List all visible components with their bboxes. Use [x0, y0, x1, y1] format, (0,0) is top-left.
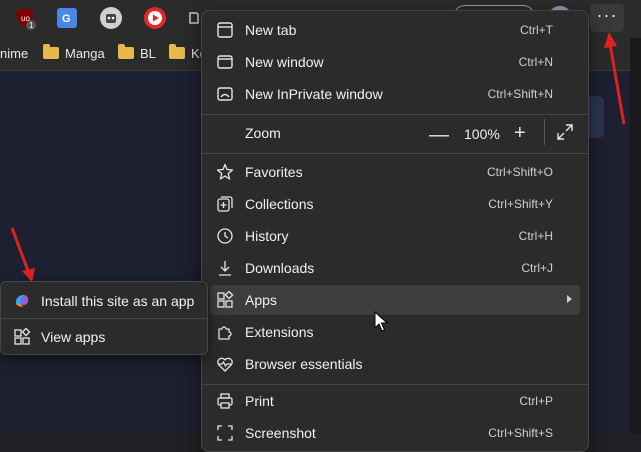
zoom-divider [544, 119, 545, 145]
folder-icon [169, 44, 185, 59]
screenshot-icon [216, 424, 234, 442]
bookmark-folder-manga[interactable]: Manga [43, 44, 105, 61]
submenu-item-install-site[interactable]: Install this site as an app [5, 286, 203, 316]
star-icon [216, 163, 234, 181]
menu-item-print[interactable]: Print Ctrl+P [210, 386, 580, 416]
bookmark-item[interactable]: nime [0, 46, 28, 61]
chevron-right-icon [567, 295, 572, 303]
more-dots-icon: ··· [596, 5, 618, 25]
menu-divider [202, 153, 588, 154]
annotation-arrow-icon [10, 227, 35, 282]
bookmark-folder-bl[interactable]: BL [118, 44, 156, 61]
submenu-item-view-apps[interactable]: View apps [5, 322, 203, 352]
menu-divider [202, 114, 588, 115]
zoom-in-button[interactable]: + [514, 122, 526, 145]
menu-item-apps[interactable]: Apps [210, 285, 580, 315]
youtube-icon[interactable] [143, 6, 167, 30]
puzzle-icon[interactable] [188, 6, 200, 30]
robot-icon[interactable] [99, 6, 123, 30]
menu-item-browser-essentials[interactable]: Browser essentials [210, 349, 580, 379]
mouse-cursor-icon [374, 310, 389, 333]
folder-icon [118, 44, 134, 59]
apps-icon [13, 327, 31, 346]
printer-icon [216, 392, 234, 410]
menu-item-new-window[interactable]: New window Ctrl+N [210, 47, 580, 77]
app-install-icon [13, 292, 31, 310]
download-icon [216, 259, 234, 277]
ublock-icon[interactable]: uo 1 [13, 6, 37, 30]
settings-menu: New tab Ctrl+T New window Ctrl+N New InP… [201, 10, 589, 452]
menu-item-favorites[interactable]: Favorites Ctrl+Shift+O [210, 157, 580, 187]
new-window-icon [216, 53, 234, 71]
menu-divider [202, 384, 588, 385]
menu-item-screenshot[interactable]: Screenshot Ctrl+Shift+S [210, 418, 580, 448]
folder-icon [43, 44, 59, 59]
menu-item-history[interactable]: History Ctrl+H [210, 221, 580, 251]
svg-text:G: G [62, 13, 71, 25]
menu-item-collections[interactable]: Collections Ctrl+Shift+Y [210, 189, 580, 219]
heart-pulse-icon [216, 355, 234, 373]
menu-item-extensions[interactable]: Extensions [210, 317, 580, 347]
history-icon [216, 227, 234, 245]
annotation-arrow-icon [604, 32, 626, 125]
zoom-out-button[interactable]: — [429, 124, 449, 147]
menu-item-new-tab[interactable]: New tab Ctrl+T [210, 15, 580, 45]
collections-icon [216, 195, 234, 213]
zoom-level: 100% [464, 126, 500, 142]
settings-and-more-button[interactable]: ··· [590, 4, 624, 32]
google-translate-icon[interactable]: G [55, 6, 79, 30]
apps-submenu: Install this site as an app View apps [0, 281, 208, 355]
fullscreen-icon[interactable] [557, 124, 573, 140]
menu-item-new-inprivate-window[interactable]: New InPrivate window Ctrl+Shift+N [210, 79, 580, 109]
submenu-divider [1, 318, 207, 319]
new-tab-icon [216, 21, 234, 39]
apps-icon [216, 290, 234, 309]
menu-item-downloads[interactable]: Downloads Ctrl+J [210, 253, 580, 283]
svg-text:1: 1 [29, 21, 34, 30]
side-strip [630, 38, 641, 433]
puzzle-icon [216, 323, 234, 341]
inprivate-icon [216, 85, 234, 103]
